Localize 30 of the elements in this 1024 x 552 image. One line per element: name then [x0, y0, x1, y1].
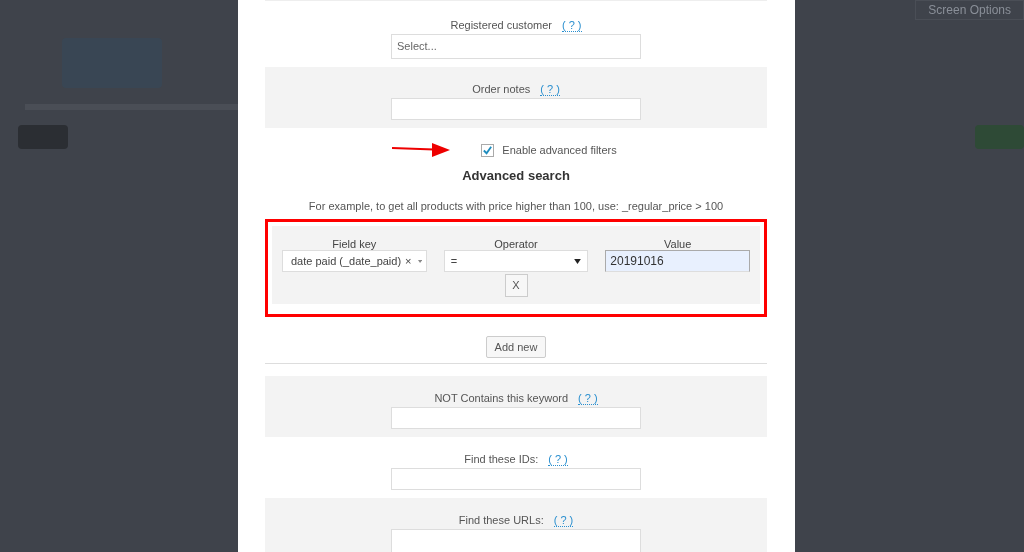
clear-button[interactable]: × — [405, 252, 412, 270]
add-new-button[interactable]: Add new — [485, 336, 547, 358]
column-header: Operator — [493, 237, 539, 250]
help-link[interactable]: ( ? ) — [578, 391, 598, 405]
remove-button[interactable]: X — [504, 274, 528, 297]
column-header: Field key — [331, 237, 378, 250]
help-link[interactable]: ( ? ) — [561, 18, 582, 32]
hint-text: For example, to get all products with price higher than 100, use: _regular_price > 100 — [307, 198, 725, 214]
caret-icon — [417, 258, 422, 264]
caret-icon — [574, 258, 582, 264]
input-field[interactable] — [391, 98, 641, 120]
field-label: Registered customer — [450, 17, 552, 33]
field-label: Order notes — [472, 81, 531, 97]
customer-select[interactable]: Select... — [391, 34, 641, 59]
section-heading: Advanced search — [461, 167, 571, 185]
input-field[interactable] — [391, 468, 641, 490]
field-label: NOT Contains this keyword — [434, 390, 569, 406]
field-key-select[interactable]: date paid (_date_paid) × — [282, 250, 427, 272]
help-link[interactable]: ( ? ) — [553, 513, 574, 527]
operator-select[interactable]: = — [443, 250, 589, 272]
column-header: Value — [663, 237, 693, 250]
checkbox[interactable] — [481, 143, 495, 157]
help-link[interactable]: ( ? ) — [540, 82, 560, 96]
value-field[interactable]: 20191016 — [605, 250, 750, 272]
field-label: Find these IDs: — [464, 451, 539, 467]
field-label: Find these URLs: — [458, 512, 544, 528]
help-link[interactable]: ( ? ) — [548, 452, 568, 466]
input-field[interactable] — [391, 407, 641, 429]
arrow-icon — [392, 143, 450, 157]
checkbox-label: Enable advanced filters — [502, 142, 617, 158]
